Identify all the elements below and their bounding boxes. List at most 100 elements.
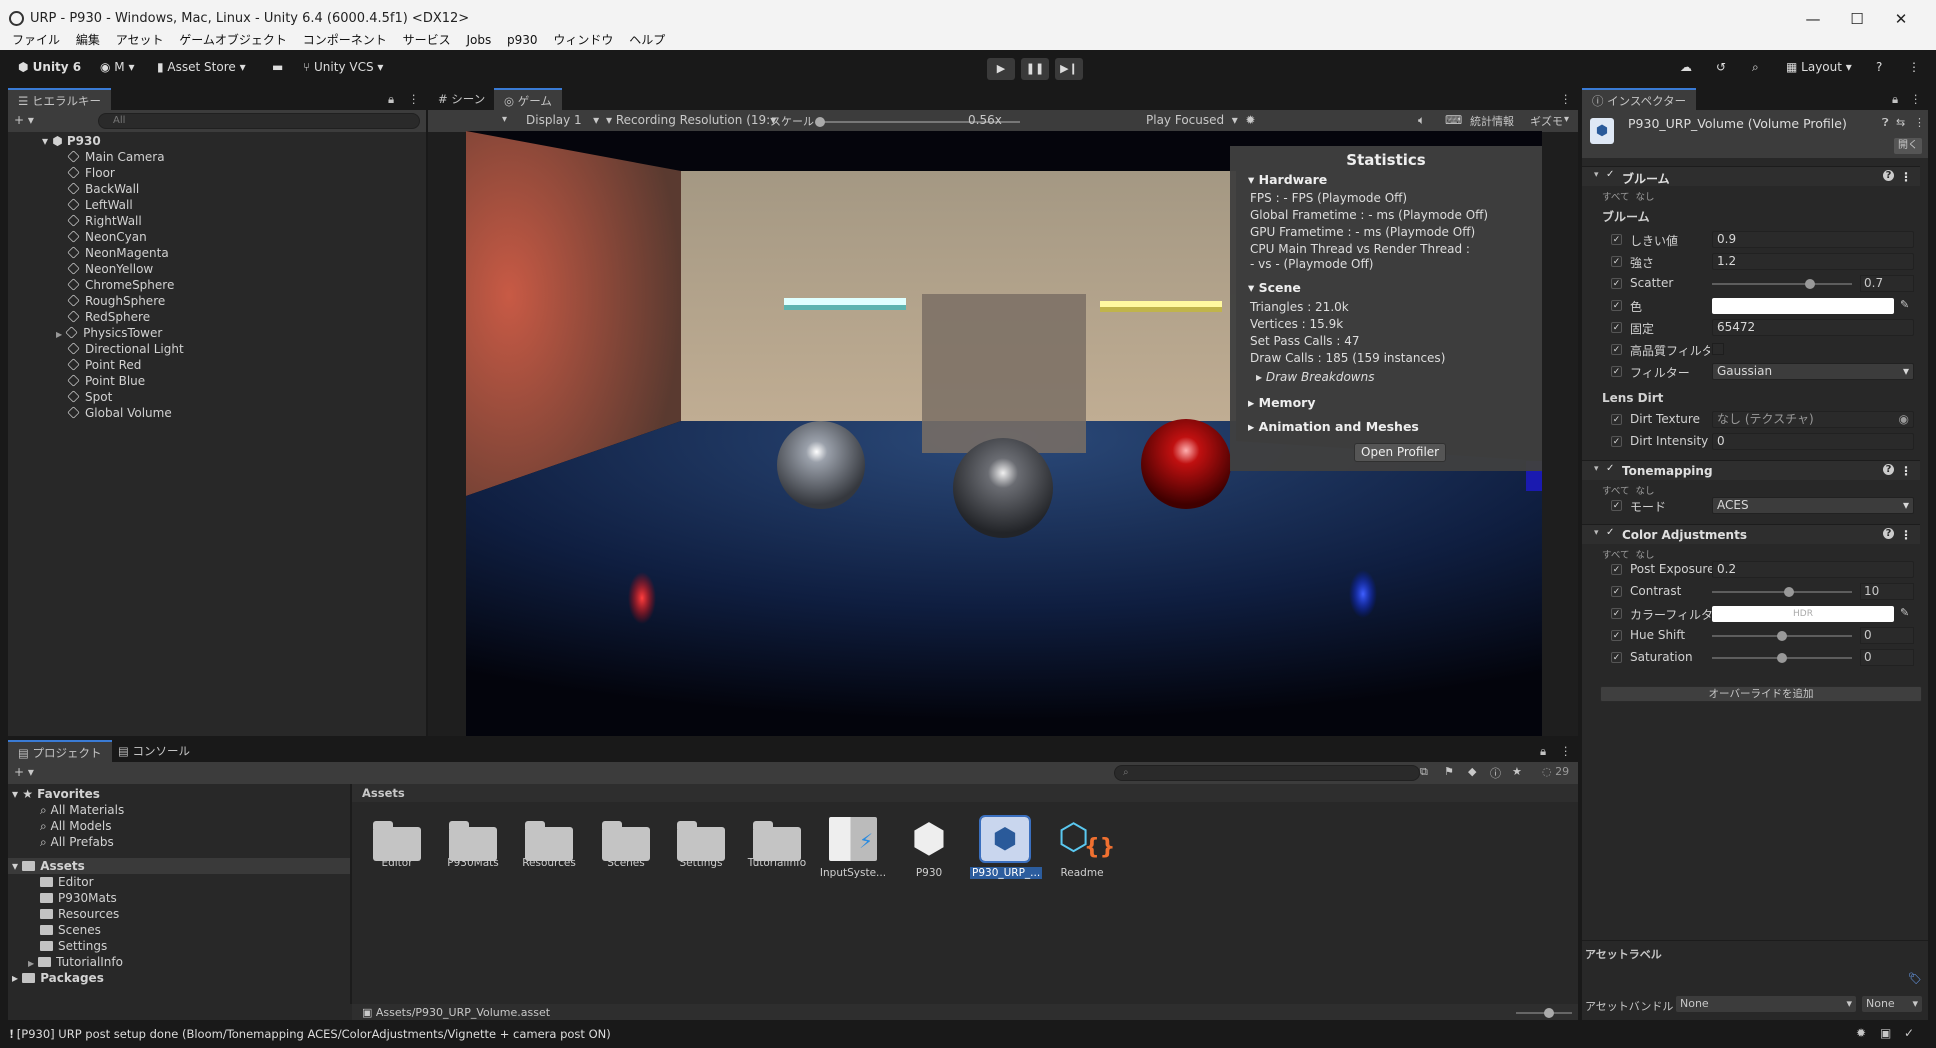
assets-foldout[interactable]: ▾ Assets — [8, 858, 350, 874]
asset-bundle-dropdown[interactable]: None ▾ — [1676, 996, 1856, 1012]
tree-folder[interactable]: Settings — [40, 938, 107, 954]
asset-store-dropdown[interactable]: ▮ Asset Store ▾ — [157, 60, 246, 74]
icon-size-slider[interactable] — [1516, 1008, 1572, 1018]
hq-override-checkbox[interactable]: ✓ — [1611, 344, 1622, 355]
bloom-section-header[interactable]: ▾ ✓ ブルーム ? ⋮ — [1582, 166, 1920, 186]
hq-checkbox[interactable] — [1712, 343, 1724, 355]
color-adjustments-section-header[interactable]: ▾ ✓ Color Adjustments ? ⋮ — [1582, 524, 1920, 544]
contrast-override-checkbox[interactable]: ✓ — [1611, 586, 1622, 597]
scatter-slider[interactable] — [1712, 279, 1852, 289]
bloom-menu-icon[interactable]: ⋮ — [1900, 170, 1912, 184]
filter-type-icon[interactable]: ⚑ — [1444, 765, 1454, 778]
tree-folder[interactable]: Resources — [40, 906, 119, 922]
favorites-foldout[interactable]: ▾ ★ Favorites — [12, 786, 100, 802]
list-item[interactable]: NeonYellow — [67, 261, 153, 277]
list-item[interactable]: RedSphere — [67, 309, 150, 325]
account-dropdown[interactable]: ◉ M ▾ — [100, 60, 135, 74]
list-item[interactable]: Main Camera — [67, 149, 165, 165]
bug-icon[interactable]: ✹ — [1856, 1026, 1866, 1040]
filter-override-checkbox[interactable]: ✓ — [1611, 366, 1622, 377]
tree-folder[interactable]: P930Mats — [40, 890, 117, 906]
open-profiler-button[interactable]: Open Profiler — [1354, 443, 1447, 462]
expand-arrow-icon[interactable]: ▶ — [56, 330, 62, 339]
threshold-override-checkbox[interactable]: ✓ — [1611, 234, 1622, 245]
stats-button[interactable]: 統計情報 — [1470, 113, 1514, 129]
color-help-icon[interactable]: ? — [1883, 528, 1894, 539]
intensity-field[interactable]: 1.2 — [1712, 253, 1914, 270]
bloom-enable-checkbox[interactable]: ✓ — [1606, 169, 1614, 180]
list-item[interactable]: NeonMagenta — [67, 245, 169, 261]
list-item[interactable]: RoughSphere — [67, 293, 165, 309]
eyedropper-icon[interactable]: ✎ — [1900, 606, 1909, 619]
toolbar-menu-icon[interactable]: ⋮ — [1908, 60, 1920, 74]
list-item[interactable]: Point Blue — [67, 373, 145, 389]
asset-item[interactable]: ⬢ P930 — [894, 817, 964, 879]
post-exposure-override-checkbox[interactable]: ✓ — [1611, 564, 1622, 575]
post-exposure-field[interactable]: 0.2 — [1712, 561, 1914, 578]
mode-override-checkbox[interactable]: ✓ — [1611, 500, 1622, 511]
help-icon[interactable]: ? — [1876, 60, 1882, 74]
cloud-icon[interactable]: ☁ — [1680, 60, 1692, 74]
resolution-dropdown[interactable]: ▾ Recording Resolution (19:▾ — [606, 113, 776, 127]
draw-breakdowns-foldout[interactable]: ▸ Draw Breakdowns — [1256, 370, 1374, 384]
hue-override-checkbox[interactable]: ✓ — [1611, 630, 1622, 641]
list-item[interactable]: Point Red — [67, 357, 141, 373]
scatter-override-checkbox[interactable]: ✓ — [1611, 278, 1622, 289]
asset-item[interactable]: ⬢ P930_URP_... — [970, 815, 1043, 879]
hue-slider-knob[interactable] — [1777, 631, 1787, 641]
asset-item[interactable]: Resources — [514, 817, 584, 869]
menu-jobs[interactable]: Jobs — [466, 32, 491, 48]
breadcrumb-assets[interactable]: Assets — [362, 786, 405, 800]
tab-game[interactable]: ◎ ゲーム — [494, 88, 562, 110]
expand-arrow-icon[interactable]: ▶ — [28, 959, 34, 968]
dirt-texture-field[interactable]: なし (テクスチャ) ◉ — [1712, 411, 1914, 428]
animation-foldout[interactable]: ▸ Animation and Meshes — [1248, 419, 1419, 434]
inspector-lock-icon[interactable]: 🔒︎ — [1892, 88, 1898, 110]
foldout-arrow-icon[interactable]: ▾ — [1594, 464, 1599, 474]
inspector-menu-icon[interactable]: ⋮ — [1910, 88, 1922, 110]
layout-dropdown[interactable]: ▦ Layout ▾ — [1786, 60, 1852, 74]
keyboard-icon[interactable]: ⌨ — [1445, 113, 1462, 127]
all-none-toggle[interactable]: すべて なし — [1602, 483, 1655, 497]
project-menu-icon[interactable]: ⋮ — [1560, 740, 1572, 762]
saturation-slider-knob[interactable] — [1777, 653, 1787, 663]
tab-scene[interactable]: # シーン — [428, 88, 495, 110]
contrast-slider-knob[interactable] — [1784, 587, 1794, 597]
all-none-toggle[interactable]: すべて なし — [1602, 189, 1655, 203]
menu-edit[interactable]: 編集 — [76, 32, 100, 48]
mode-dropdown[interactable]: ACES ▾ — [1712, 497, 1914, 514]
list-item[interactable]: Directional Light — [67, 341, 184, 357]
search-by-type-icon[interactable]: ⧉ — [1420, 765, 1428, 779]
display-dropdown[interactable]: Display 1 ▾ — [526, 113, 599, 127]
all-label[interactable]: すべて — [1602, 192, 1629, 203]
unity-account-button[interactable]: ⬢ Unity 6 — [18, 60, 81, 74]
status-message[interactable]: ❗︎ [P930] URP post setup done (Bloom/Ton… — [10, 1027, 611, 1042]
lock-icon[interactable]: 🔒︎ — [388, 88, 394, 110]
all-none-toggle[interactable]: すべて なし — [1602, 547, 1655, 561]
label-filter-icon[interactable]: ◆ — [1468, 765, 1476, 778]
list-item[interactable]: ChromeSphere — [67, 277, 174, 293]
asset-item[interactable]: TutorialInfo — [742, 817, 812, 869]
scene-foldout[interactable]: ▾ Scene — [1248, 280, 1301, 295]
scatter-slider-knob[interactable] — [1805, 279, 1815, 289]
tonemapping-enable-checkbox[interactable]: ✓ — [1606, 463, 1614, 474]
tab-project[interactable]: ▤ プロジェクト — [8, 740, 112, 762]
add-object-button[interactable]: + ▾ — [14, 113, 34, 127]
menu-help[interactable]: ヘルプ — [629, 32, 665, 48]
tree-folder[interactable]: Scenes — [40, 922, 101, 938]
tab-inspector[interactable]: ⓘ インスペクター — [1582, 88, 1697, 110]
asset-variant-dropdown[interactable]: None ▾ — [1862, 996, 1922, 1012]
asset-item[interactable]: Editor — [362, 817, 432, 869]
project-lock-icon[interactable]: 🔒︎ — [1540, 740, 1546, 762]
check-icon[interactable]: ✓ — [1904, 1026, 1914, 1040]
tree-folder[interactable]: ▶ TutorialInfo — [28, 954, 123, 970]
header-help-icon[interactable]: ❓︎ — [1882, 116, 1889, 130]
scale-slider-knob[interactable] — [815, 117, 825, 127]
favorites-item[interactable]: ⌕ All Prefabs — [40, 834, 114, 850]
list-item[interactable]: LeftWall — [67, 197, 133, 213]
saturation-field[interactable]: 0 — [1860, 649, 1914, 666]
filter-dropdown[interactable]: Gaussian ▾ — [1712, 363, 1914, 380]
hierarchy-search-input[interactable]: All — [98, 113, 420, 129]
header-menu-icon[interactable]: ⋮ — [1914, 116, 1925, 129]
tonemapping-help-icon[interactable]: ? — [1883, 464, 1894, 475]
